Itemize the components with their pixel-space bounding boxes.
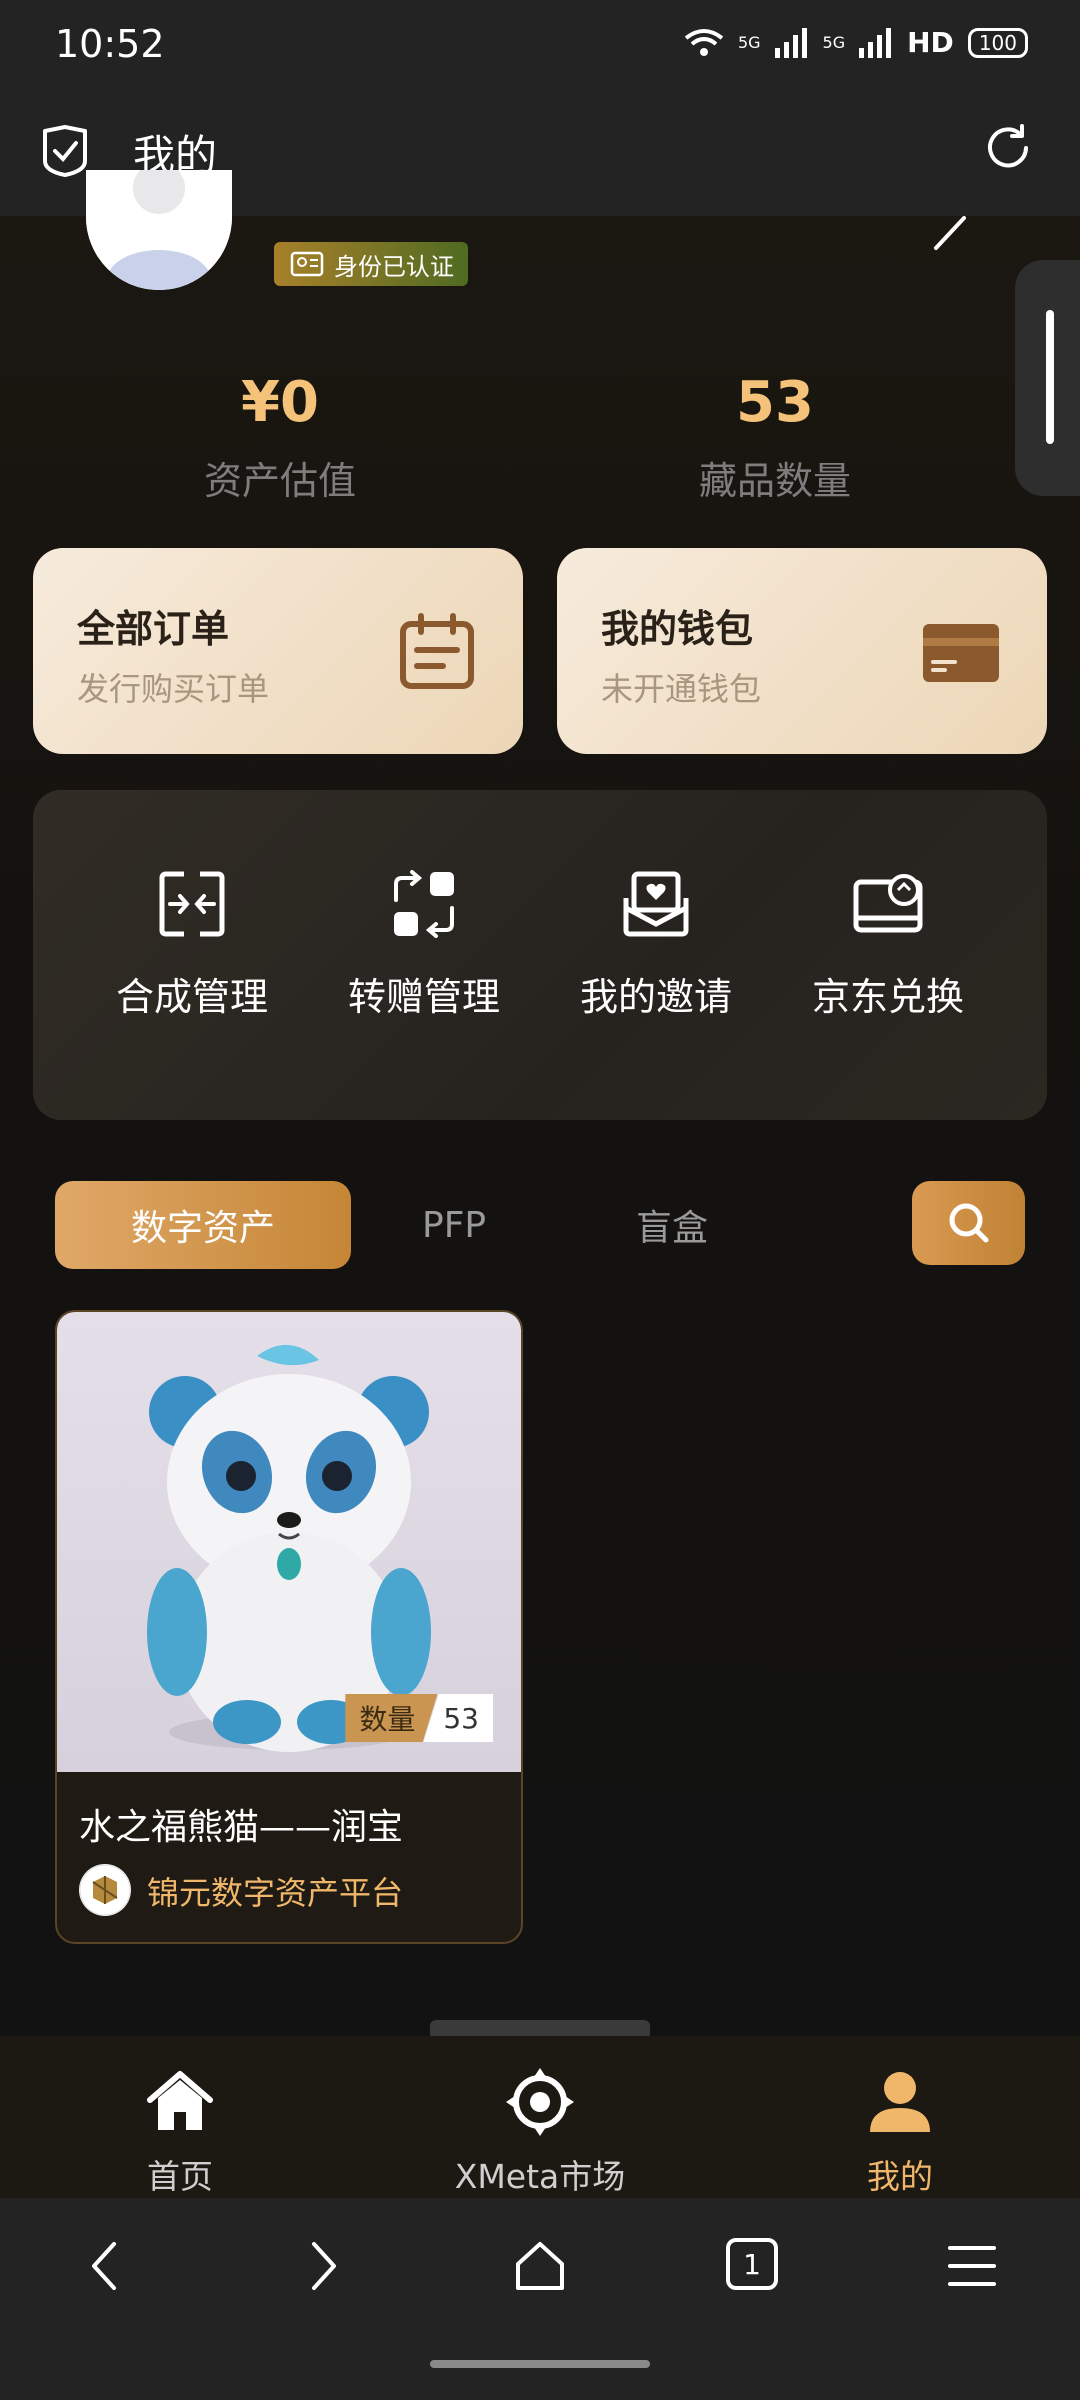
collection-item-name: 水之福熊猫——润宝 bbox=[79, 1807, 404, 1848]
status-icons: 5G 5G HD 100 bbox=[684, 26, 1028, 59]
search-button[interactable] bbox=[912, 1181, 1025, 1265]
hd-label: HD bbox=[907, 26, 954, 59]
verified-badge: 身份已认证 bbox=[274, 242, 468, 286]
merge-icon bbox=[159, 871, 225, 937]
bank-card-icon bbox=[923, 624, 999, 682]
asset-value-label: 资产估值 bbox=[203, 459, 356, 503]
collection-count-label[interactable]: 藏品数量 bbox=[575, 450, 975, 505]
verified-badge-text: 身份已认证 bbox=[334, 252, 454, 281]
signal-icon-2 bbox=[859, 27, 892, 58]
network-label: 5G bbox=[737, 33, 761, 52]
tool-jd-redeem[interactable]: 京东兑换 bbox=[773, 868, 1003, 1021]
issuer-logo-image bbox=[79, 1864, 131, 1916]
asset-value: ¥0 bbox=[241, 370, 319, 435]
menu-icon[interactable] bbox=[942, 2236, 1002, 2296]
my-wallet-title: 我的钱包 bbox=[601, 607, 754, 651]
tab-blindbox[interactable]: 盲盒 bbox=[636, 1181, 708, 1269]
tool-merge[interactable]: 合成管理 bbox=[77, 868, 307, 1021]
tool-jd-redeem-label: 京东兑换 bbox=[811, 975, 964, 1019]
forward-arrow-icon[interactable] bbox=[292, 2236, 352, 2296]
battery-icon: 100 bbox=[967, 27, 1028, 58]
tool-invite-label: 我的邀请 bbox=[579, 975, 732, 1019]
network-label-2: 5G bbox=[822, 33, 846, 52]
chevron-right-icon[interactable] bbox=[930, 212, 970, 252]
nav-home-label: 首页 bbox=[147, 2157, 213, 2196]
id-card-icon bbox=[290, 251, 324, 277]
search-icon bbox=[949, 1203, 988, 1243]
tools-panel: 合成管理 转赠管理 我的邀请 京东兑换 bbox=[33, 790, 1047, 1120]
home-indicator bbox=[430, 2360, 650, 2368]
nav-home[interactable]: 首页 bbox=[30, 2066, 330, 2198]
my-wallet-subtitle: 未开通钱包 bbox=[601, 670, 762, 708]
browser-home-icon[interactable] bbox=[510, 2236, 570, 2296]
browser-toolbar bbox=[0, 2198, 1080, 2400]
nav-market-label: XMeta市场 bbox=[454, 2157, 626, 2196]
market-icon bbox=[506, 2068, 574, 2136]
signal-icon bbox=[774, 27, 807, 58]
issuer-name[interactable]: 锦元数字资产平台 bbox=[147, 1868, 403, 1914]
tab-pfp[interactable]: PFP bbox=[422, 1181, 486, 1269]
tab-digital-assets[interactable]: 数字资产 bbox=[55, 1181, 351, 1269]
tool-invite[interactable]: 我的邀请 bbox=[541, 868, 771, 1021]
quantity-badge: 数量 53 bbox=[345, 1694, 493, 1742]
tool-transfer[interactable]: 转赠管理 bbox=[309, 868, 539, 1021]
profile-icon bbox=[870, 2072, 930, 2132]
nav-profile[interactable]: 我的 bbox=[750, 2066, 1050, 2198]
transfer-icon bbox=[394, 870, 454, 938]
home-icon bbox=[147, 2071, 213, 2130]
all-orders-subtitle: 发行购买订单 bbox=[77, 670, 270, 708]
wifi-icon bbox=[684, 28, 724, 56]
refresh-icon[interactable] bbox=[982, 122, 1034, 174]
shield-check-icon[interactable] bbox=[40, 125, 90, 177]
status-time: 10:52 bbox=[55, 22, 165, 66]
tabs-count-button[interactable]: 1 bbox=[726, 2238, 778, 2290]
collection-item-card[interactable]: 数量 53 水之福熊猫——润宝 锦元数字资产平台 bbox=[55, 1310, 523, 1944]
collection-count[interactable]: 53 bbox=[575, 370, 975, 435]
tool-merge-label: 合成管理 bbox=[115, 975, 268, 1019]
nav-profile-label: 我的 bbox=[867, 2157, 933, 2196]
side-panel-handle-bar bbox=[1046, 310, 1054, 444]
back-arrow-icon[interactable] bbox=[76, 2236, 136, 2296]
all-orders-title: 全部订单 bbox=[77, 607, 230, 651]
scroll-peek-label bbox=[430, 2020, 650, 2036]
nav-market[interactable]: XMeta市场 bbox=[390, 2066, 690, 2198]
all-orders-card[interactable]: 全部订单 发行购买订单 bbox=[33, 548, 523, 754]
redeem-card-icon bbox=[853, 874, 923, 933]
tool-transfer-label: 转赠管理 bbox=[347, 975, 500, 1019]
invite-mail-icon bbox=[623, 871, 689, 937]
quantity-label: 数量 bbox=[345, 1694, 438, 1742]
calendar-icon bbox=[400, 613, 474, 689]
my-wallet-card[interactable]: 我的钱包 未开通钱包 bbox=[557, 548, 1047, 754]
issuer-logo bbox=[79, 1864, 131, 1916]
